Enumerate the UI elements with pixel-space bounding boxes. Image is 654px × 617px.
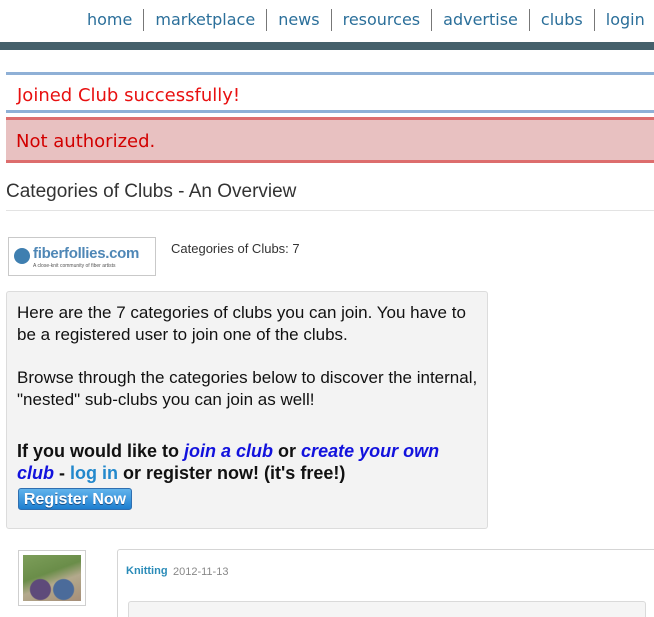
club-description-box xyxy=(128,601,646,617)
club-date: 2012-11-13 xyxy=(173,566,229,578)
nav-item-news[interactable]: news xyxy=(266,9,330,31)
info-box: Here are the 7 categories of clubs you c… xyxy=(6,291,488,529)
join-club-link[interactable]: join a club xyxy=(184,441,273,461)
club-card: Knitting 2012-11-13 xyxy=(117,549,654,617)
cta-or: or xyxy=(273,441,302,461)
success-notice-text: Joined Club successfully! xyxy=(17,85,241,106)
info-paragraph-browse: Browse through the categories below to d… xyxy=(17,368,478,409)
page-title: Categories of Clubs - An Overview xyxy=(6,181,297,202)
info-call-to-action: If you would like to join a club or crea… xyxy=(17,440,479,484)
login-link[interactable]: log in xyxy=(70,463,118,483)
nav-item-resources[interactable]: resources xyxy=(330,9,432,31)
nav-item-clubs[interactable]: clubs xyxy=(528,9,594,31)
club-thumbnail[interactable] xyxy=(18,550,86,606)
logo-name: fiberfollies.com xyxy=(33,245,140,262)
title-divider xyxy=(6,210,654,211)
top-navigation: home marketplace news resources advertise clu… xyxy=(0,0,654,42)
register-now-button[interactable]: Register Now xyxy=(18,488,132,510)
nav-item-home[interactable]: home xyxy=(76,9,143,31)
knitting-image xyxy=(23,555,81,601)
nav-list: home marketplace news resources advertise clu… xyxy=(76,9,654,31)
nav-item-login[interactable]: login xyxy=(593,9,654,31)
success-notice: Joined Club successfully! xyxy=(6,72,654,113)
category-count: Categories of Clubs: 7 xyxy=(171,241,300,256)
nav-divider-bar xyxy=(0,42,654,50)
nav-item-marketplace[interactable]: marketplace xyxy=(143,9,266,31)
yarn-ball-icon xyxy=(14,248,30,264)
cta-dash: - xyxy=(54,463,71,483)
cta-prefix: If you would like to xyxy=(17,441,185,461)
error-notice-text: Not authorized. xyxy=(16,131,156,152)
error-notice: Not authorized. xyxy=(6,117,654,163)
page: home marketplace news resources advertise clu… xyxy=(0,0,654,617)
cta-suffix: or register now! (it's free!) xyxy=(118,463,346,483)
info-paragraph-intro: Here are the 7 categories of clubs you c… xyxy=(17,303,466,344)
logo-tagline: A close-knit community of fiber artists xyxy=(33,263,116,269)
nav-item-advertise[interactable]: advertise xyxy=(431,9,529,31)
club-name-link[interactable]: Knitting xyxy=(126,565,168,577)
fiberfollies-logo[interactable]: fiberfollies.com A close-knit community … xyxy=(8,237,156,276)
